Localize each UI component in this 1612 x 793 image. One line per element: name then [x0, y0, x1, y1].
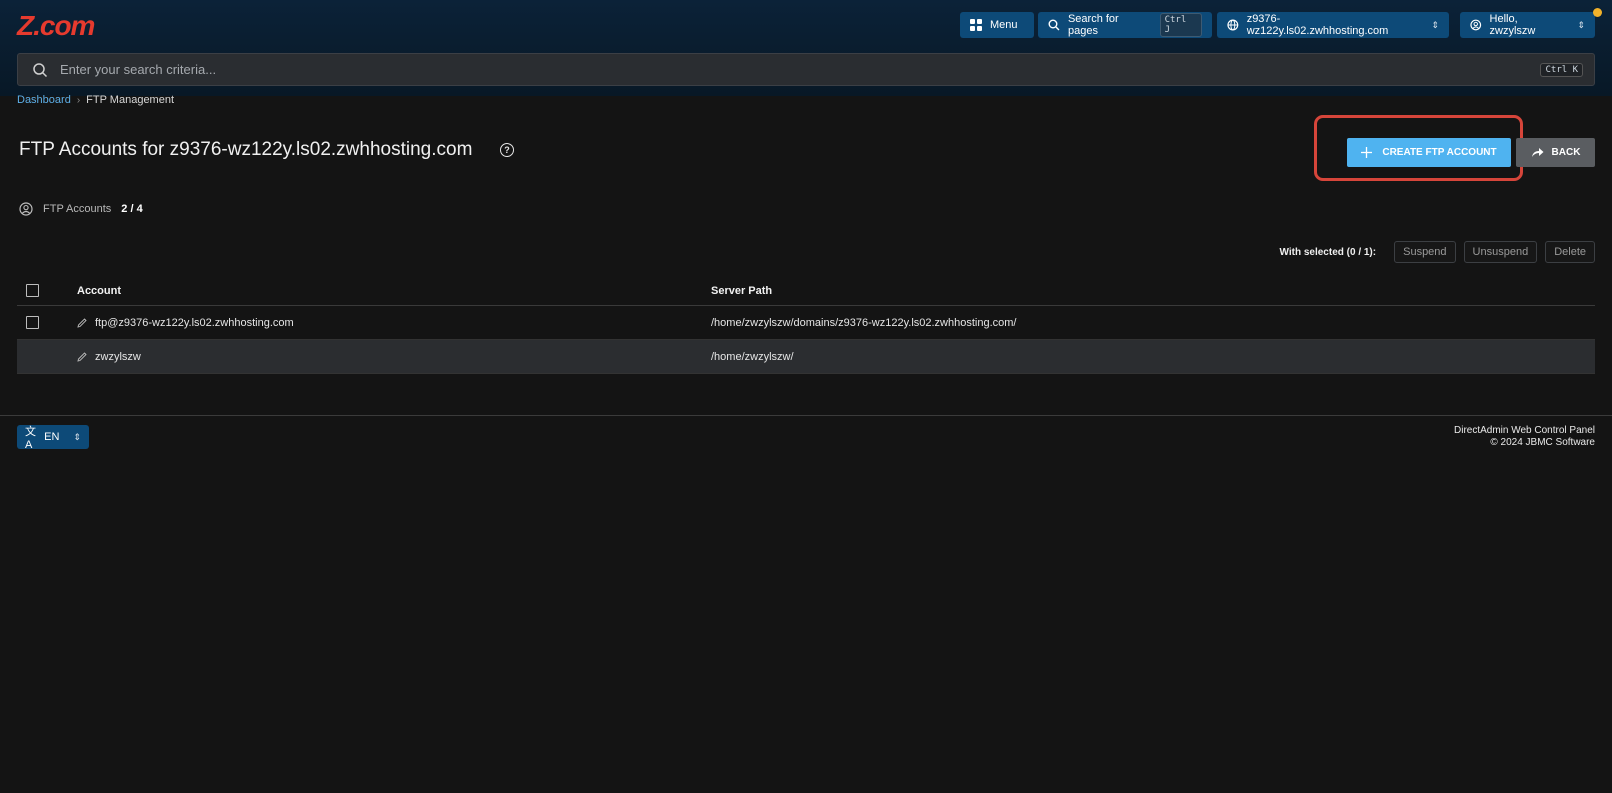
brand-logo[interactable]: Z.com — [17, 10, 95, 42]
search-shortcut: Ctrl K — [1540, 62, 1583, 77]
chevron-updown-icon: ⇕ — [1431, 19, 1439, 30]
page-title: FTP Accounts for z9376-wz122y.ls02.zwhho… — [19, 139, 473, 160]
search-icon — [33, 62, 48, 77]
user-label: Hello, zwzylszw — [1489, 13, 1536, 37]
grid-icon — [970, 19, 982, 31]
pencil-icon[interactable] — [77, 351, 87, 362]
help-icon[interactable]: ? — [500, 143, 514, 157]
globe-icon — [1227, 19, 1239, 31]
share-arrow-icon — [1531, 148, 1544, 157]
footer-copyright: © 2024 JBMC Software — [1490, 437, 1595, 448]
ftp-accounts-stat: FTP Accounts 2 / 4 — [19, 202, 143, 216]
user-menu[interactable]: Hello, zwzylszw ⇕ — [1460, 12, 1595, 38]
translate-icon: 文A — [25, 426, 36, 451]
delete-button[interactable]: Delete — [1545, 241, 1595, 263]
server-path: /home/zwzylszw/ — [711, 350, 794, 363]
chevron-updown-icon: ⇕ — [73, 431, 81, 442]
table-row: zwzylszw /home/zwzylszw/ — [17, 340, 1595, 374]
language-selector[interactable]: 文A EN ⇕ — [17, 425, 89, 451]
domain-selector[interactable]: z9376-wz122y.ls02.zwhhosting.com ⇕ — [1217, 12, 1449, 38]
unsuspend-button[interactable]: Unsuspend — [1463, 241, 1538, 263]
bulk-actions: With selected (0 / 1): Suspend Unsuspend… — [1279, 241, 1595, 263]
chevron-right-icon: › — [76, 94, 81, 106]
notification-dot[interactable] — [1593, 8, 1602, 17]
footer-divider — [0, 415, 1612, 416]
menu-label: Menu — [990, 19, 1018, 31]
chevron-updown-icon: ⇕ — [1577, 19, 1585, 30]
search-icon — [1048, 19, 1060, 31]
plus-icon — [1361, 147, 1373, 158]
search-pages-button[interactable]: Search for pages Ctrl J — [1038, 12, 1212, 38]
back-button[interactable]: BACK — [1516, 138, 1595, 167]
language-label: EN — [44, 431, 60, 443]
column-account[interactable]: Account — [77, 285, 711, 297]
pencil-icon[interactable] — [77, 317, 87, 328]
user-circle-icon — [19, 202, 33, 216]
breadcrumb-current: FTP Management — [86, 94, 175, 106]
select-all-checkbox[interactable] — [26, 284, 39, 297]
user-icon — [1470, 19, 1482, 31]
ftp-accounts-table: Account Server Path ftp@z9376-wz122y.ls0… — [17, 276, 1595, 374]
domain-selector-label: z9376-wz122y.ls02.zwhhosting.com — [1246, 13, 1389, 37]
search-pages-label: Search for pages — [1067, 13, 1119, 37]
breadcrumb-dashboard[interactable]: Dashboard — [17, 94, 71, 106]
footer-credits: DirectAdmin Web Control Panel © 2024 JBM… — [1454, 425, 1595, 449]
stat-label: FTP Accounts — [43, 203, 112, 215]
menu-button[interactable]: Menu — [960, 12, 1034, 38]
back-label: BACK — [1551, 147, 1581, 158]
account-name[interactable]: zwzylszw — [95, 351, 141, 363]
table-header: Account Server Path — [17, 276, 1595, 306]
account-name[interactable]: ftp@z9376-wz122y.ls02.zwhhosting.com — [95, 317, 294, 329]
global-search-bar: Ctrl K — [17, 53, 1595, 86]
breadcrumb: Dashboard › FTP Management — [17, 94, 174, 106]
create-ftp-account-button[interactable]: CREATE FTP ACCOUNT — [1347, 138, 1511, 167]
search-input[interactable] — [60, 62, 1541, 77]
row-checkbox[interactable] — [26, 316, 39, 329]
server-path: /home/zwzylszw/domains/z9376-wz122y.ls02… — [711, 316, 1017, 329]
create-ftp-account-label: CREATE FTP ACCOUNT — [1382, 147, 1497, 158]
table-row: ftp@z9376-wz122y.ls02.zwhhosting.com /ho… — [17, 306, 1595, 340]
suspend-button[interactable]: Suspend — [1394, 241, 1456, 263]
bulk-actions-label: With selected (0 / 1): — [1279, 246, 1377, 258]
search-pages-shortcut: Ctrl J — [1159, 13, 1202, 37]
column-server-path[interactable]: Server Path — [711, 285, 1595, 297]
stat-value: 2 / 4 — [121, 203, 143, 215]
footer-product: DirectAdmin Web Control Panel — [1454, 425, 1595, 436]
